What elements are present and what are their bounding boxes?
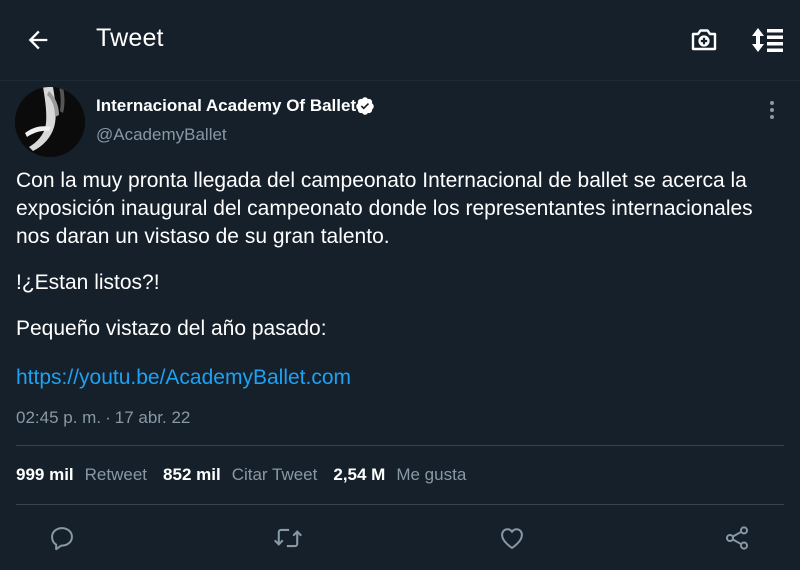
engagement-stats: 999 mil Retweet 852 mil Citar Tweet 2,54… (16, 465, 482, 489)
sort-button[interactable] (748, 22, 788, 58)
retweets-label: Retweet (84, 465, 148, 484)
divider (16, 504, 784, 505)
camera-add-icon (691, 29, 717, 51)
avatar[interactable] (15, 87, 85, 157)
likes-label: Me gusta (396, 465, 467, 484)
camera-button[interactable] (686, 22, 722, 58)
verified-badge-icon (356, 97, 374, 115)
likes-stat[interactable]: 2,54 M Me gusta (333, 465, 466, 485)
reply-icon (51, 527, 73, 551)
author-handle[interactable]: @AcademyBallet (96, 125, 227, 145)
page-title: Tweet (96, 24, 164, 52)
divider (16, 445, 784, 446)
tweet-link[interactable]: https://youtu.be/AcademyBallet.com (16, 364, 351, 392)
tweet-detail-screen: Tweet Internacional Academy Of Ballet @A… (0, 0, 800, 570)
header-divider (0, 80, 800, 81)
more-vertical-icon (770, 101, 774, 119)
tweet-timestamp: 02:45 p. m. · 17 abr. 22 (16, 408, 190, 428)
arrow-left-icon (28, 30, 48, 50)
timestamp-separator: · (105, 408, 111, 427)
share-button[interactable] (719, 520, 755, 556)
likes-count: 2,54 M (333, 465, 386, 484)
author-name[interactable]: Internacional Academy Of Ballet (96, 96, 356, 116)
more-options-button[interactable] (760, 96, 784, 124)
tweet-paragraph: !¿Estan listos?! (16, 271, 160, 294)
like-button[interactable] (494, 520, 530, 556)
top-app-bar: Tweet (0, 0, 800, 80)
quotes-label: Citar Tweet (231, 465, 318, 484)
retweet-icon (273, 528, 303, 548)
retweets-stat[interactable]: 999 mil Retweet (16, 465, 147, 485)
retweet-button[interactable] (270, 520, 306, 556)
tweet-date: 17 abr. 22 (114, 408, 191, 427)
retweets-count: 999 mil (16, 465, 74, 484)
quotes-count: 852 mil (163, 465, 221, 484)
quotes-stat[interactable]: 852 mil Citar Tweet (163, 465, 317, 485)
heart-icon (501, 528, 523, 549)
tweet-paragraph: Con la muy pronta llegada del campeonato… (16, 169, 753, 248)
ballet-avatar-image (15, 87, 85, 157)
back-button[interactable] (20, 22, 56, 58)
share-icon (725, 526, 749, 550)
reply-button[interactable] (44, 520, 80, 556)
tweet-time: 02:45 p. m. (16, 408, 102, 427)
tweet-paragraph: Pequeño vistazo del año pasado: (16, 317, 327, 340)
sort-icon (752, 28, 783, 52)
